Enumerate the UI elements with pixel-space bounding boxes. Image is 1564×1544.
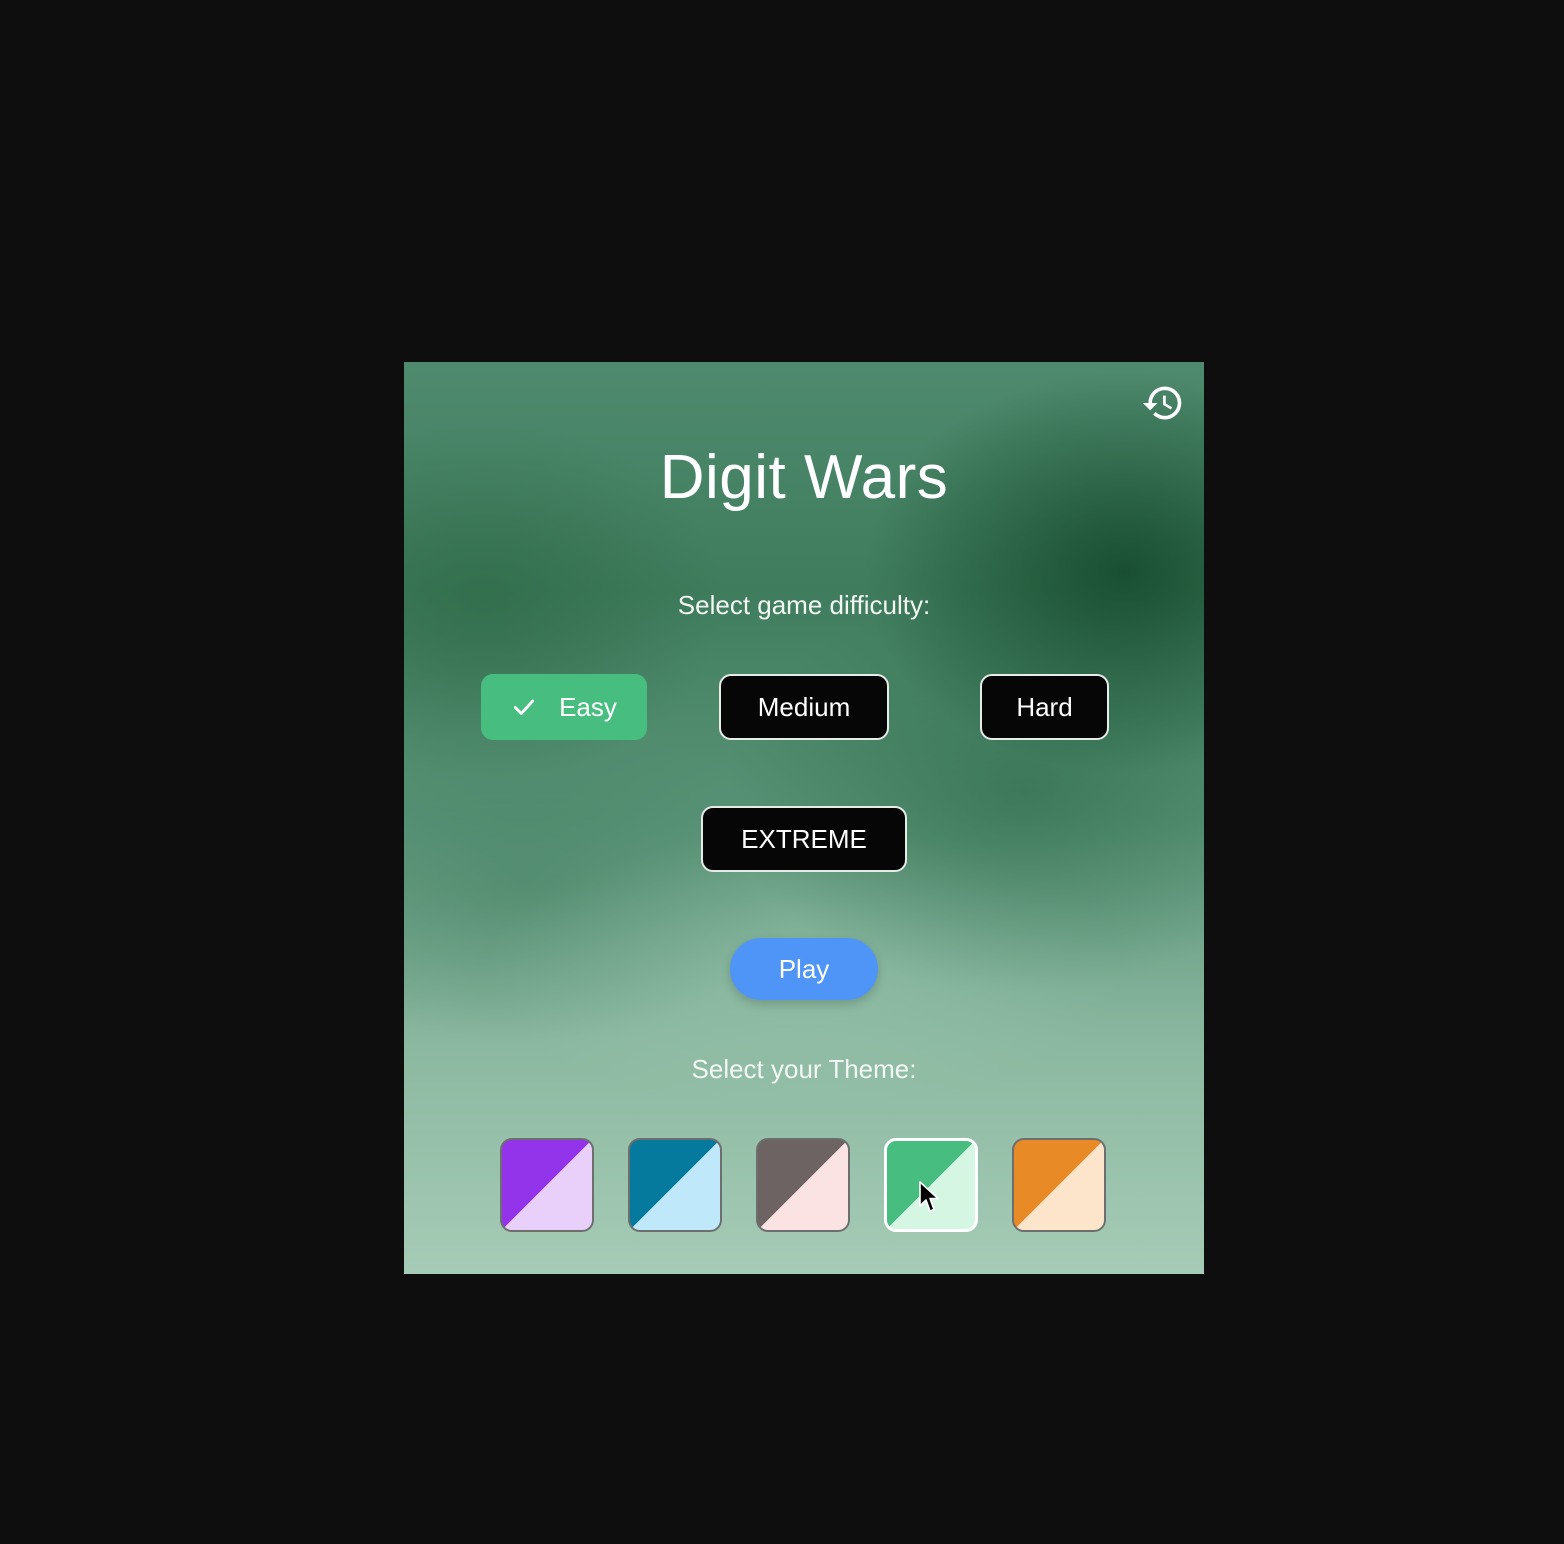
game-panel: Digit Wars Select game difficulty: Easy … (404, 362, 1204, 1274)
play-label: Play (778, 953, 830, 984)
theme-swatch-purple[interactable] (500, 1138, 594, 1232)
theme-swatch-orange[interactable] (1012, 1138, 1106, 1232)
history-icon (1142, 386, 1182, 420)
difficulty-hard-button[interactable]: Hard (980, 674, 1109, 740)
difficulty-medium-button[interactable]: Medium (719, 674, 889, 740)
difficulty-easy-label: Easy (559, 691, 617, 722)
theme-prompt: Select your Theme: (691, 1054, 917, 1084)
theme-swatch-brown[interactable] (756, 1138, 850, 1232)
difficulty-hard-label: Hard (1016, 691, 1073, 722)
difficulty-prompt: Select game difficulty: (677, 590, 931, 620)
theme-swatch-blue[interactable] (628, 1138, 722, 1232)
difficulty-medium-label: Medium (757, 691, 851, 722)
difficulty-extreme-label: EXTREME (741, 823, 867, 854)
history-button[interactable] (1140, 380, 1186, 426)
game-title: Digit Wars (659, 443, 949, 512)
difficulty-extreme-button[interactable]: EXTREME (701, 806, 907, 872)
difficulty-easy-button[interactable]: Easy (481, 674, 647, 740)
play-button[interactable]: Play (730, 938, 878, 1000)
check-icon (511, 694, 537, 720)
theme-swatch-green[interactable] (884, 1138, 978, 1232)
